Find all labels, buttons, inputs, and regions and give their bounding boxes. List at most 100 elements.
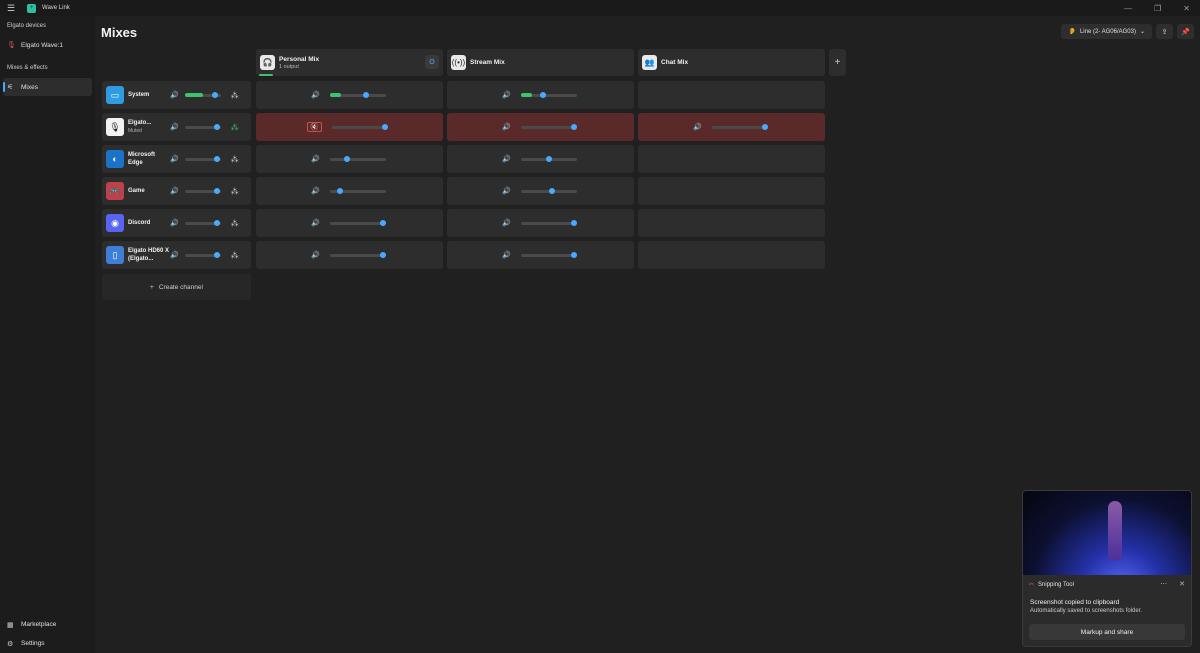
slider-knob[interactable] (548, 187, 555, 194)
sidebar-item-marketplace[interactable]: ▦ Marketplace (0, 615, 95, 634)
mix-volume-slider[interactable] (520, 187, 577, 194)
master-volume-slider[interactable] (184, 219, 221, 226)
mix-cell-chat[interactable] (638, 81, 825, 109)
mix-cell-personal[interactable]: 🔊 (256, 145, 443, 173)
mix-volume-slider[interactable] (520, 123, 577, 130)
speaker-icon[interactable]: 🔊 (170, 123, 179, 131)
master-volume-slider[interactable] (184, 187, 221, 194)
speaker-icon[interactable]: 🔊 (170, 91, 179, 99)
mix-volume-slider[interactable] (329, 251, 386, 258)
channel-row[interactable]: ▯ Elgato HD60 X (Elgato... 🔊 ⁂ (102, 241, 251, 269)
channel-row[interactable]: 🎮 Game 🔊 ⁂ (102, 177, 251, 205)
slider-knob[interactable] (214, 251, 221, 258)
slider-knob[interactable] (343, 155, 350, 162)
slider-knob[interactable] (379, 219, 386, 226)
slider-knob[interactable] (214, 219, 221, 226)
effects-icon[interactable]: ⁂ (231, 155, 239, 164)
snipping-tool-toast[interactable]: ✂ Snipping Tool ⋯ ✕ Screenshot copied to… (1022, 490, 1192, 647)
mix-volume-slider[interactable] (329, 91, 386, 98)
master-volume-slider[interactable] (184, 251, 221, 258)
sidebar-item-settings[interactable]: ⚙ Settings (0, 634, 95, 653)
speaker-icon[interactable]: 🔊 (693, 123, 702, 131)
effects-icon[interactable]: ⁂ (231, 91, 239, 100)
close-icon[interactable]: ✕ (1179, 580, 1185, 588)
mix-cell-chat[interactable] (638, 209, 825, 237)
mix-cell-chat[interactable] (638, 177, 825, 205)
slider-knob[interactable] (214, 123, 221, 130)
slider-knob[interactable] (381, 123, 388, 130)
mix-cell-chat[interactable]: 🔊 (638, 113, 825, 141)
maximize-icon[interactable]: ❐ (1154, 4, 1161, 13)
close-icon[interactable]: ✕ (1183, 4, 1190, 13)
share-button[interactable]: ⇪ (1156, 24, 1173, 39)
master-volume-slider[interactable] (184, 91, 221, 98)
slider-knob[interactable] (214, 187, 221, 194)
channel-row[interactable]: ◉ Discord 🔊 ⁂ (102, 209, 251, 237)
slider-knob[interactable] (214, 155, 221, 162)
mix-volume-slider[interactable] (520, 251, 577, 258)
minimize-icon[interactable]: — (1124, 4, 1132, 13)
mix-header-chat[interactable]: 👥 Chat Mix (638, 49, 825, 76)
mix-cell-personal[interactable]: 🔊 (256, 81, 443, 109)
more-icon[interactable]: ⋯ (1160, 580, 1167, 588)
mix-cell-stream[interactable]: 🔊 (447, 145, 634, 173)
effects-icon[interactable]: ⁂ (231, 123, 239, 132)
effects-icon[interactable]: ⁂ (231, 187, 239, 196)
master-volume-slider[interactable] (184, 123, 221, 130)
mix-cell-stream[interactable]: 🔊 (447, 177, 634, 205)
mix-cell-stream[interactable]: 🔊 (447, 209, 634, 237)
channel-row[interactable]: ▭ System 🔊 ⁂ (102, 81, 251, 109)
output-device-select[interactable]: 👂 Line (2- AG06/AG03) ⌄ (1061, 24, 1152, 39)
channel-row[interactable]: 🎙 Elgato... Muted 🔊 ⁂ (102, 113, 251, 141)
speaker-icon[interactable]: 🔊 (311, 155, 320, 163)
mix-cell-personal[interactable]: 🔊 (256, 177, 443, 205)
speaker-icon[interactable]: 🔊 (311, 251, 320, 259)
slider-knob[interactable] (570, 123, 577, 130)
slider-knob[interactable] (570, 219, 577, 226)
mix-volume-slider[interactable] (520, 91, 577, 98)
speaker-icon[interactable]: 🔊 (311, 187, 320, 195)
screenshot-thumbnail[interactable] (1023, 491, 1191, 575)
speaker-icon[interactable]: 🔊 (502, 187, 511, 195)
slider-knob[interactable] (761, 123, 768, 130)
effects-icon[interactable]: ⁂ (231, 251, 239, 260)
speaker-icon[interactable]: 🔊 (311, 219, 320, 227)
slider-knob[interactable] (540, 91, 547, 98)
slider-knob[interactable] (363, 91, 370, 98)
mix-volume-slider[interactable] (331, 123, 388, 130)
mix-cell-chat[interactable] (638, 145, 825, 173)
mix-header-personal[interactable]: 🎧 Personal Mix 1 output ʘ (256, 49, 443, 76)
mix-cell-stream[interactable]: 🔊 (447, 241, 634, 269)
speaker-icon[interactable]: 🔊 (170, 187, 179, 195)
speaker-icon[interactable]: 🔊 (502, 155, 511, 163)
monitor-ear-button[interactable]: ʘ (425, 55, 439, 69)
mix-volume-slider[interactable] (329, 219, 386, 226)
slider-knob[interactable] (570, 251, 577, 258)
mix-header-stream[interactable]: ((•)) Stream Mix (447, 49, 634, 76)
speaker-icon[interactable]: 🔊 (502, 251, 511, 259)
speaker-icon[interactable]: 🔊 (502, 219, 511, 227)
speaker-icon[interactable]: 🔊 (170, 251, 179, 259)
master-volume-slider[interactable] (184, 155, 221, 162)
pin-button[interactable]: 📌 (1177, 24, 1194, 39)
create-channel-button[interactable]: + Create channel (102, 274, 251, 300)
hamburger-icon[interactable]: ☰ (0, 3, 22, 14)
add-mix-button[interactable]: + (829, 49, 846, 76)
speaker-icon[interactable]: 🔊 (502, 123, 511, 131)
mix-cell-personal[interactable]: 🔊 (256, 209, 443, 237)
slider-knob[interactable] (212, 91, 219, 98)
mix-volume-slider[interactable] (329, 187, 386, 194)
speaker-icon[interactable]: 🔊 (170, 219, 179, 227)
channel-row[interactable]: ◐ Microsoft Edge 🔊 ⁂ (102, 145, 251, 173)
markup-and-share-button[interactable]: Markup and share (1029, 624, 1185, 640)
effects-icon[interactable]: ⁂ (231, 219, 239, 228)
mix-volume-slider[interactable] (520, 155, 577, 162)
mix-cell-stream[interactable]: 🔊 (447, 113, 634, 141)
speaker-icon[interactable]: 🔊 (311, 91, 320, 99)
slider-knob[interactable] (545, 155, 552, 162)
mix-cell-stream[interactable]: 🔊 (447, 81, 634, 109)
sidebar-item-mixes[interactable]: ⚟ Mixes (3, 78, 92, 96)
slider-knob[interactable] (379, 251, 386, 258)
sidebar-item-device[interactable]: 🎙 Elgato Wave:1 (0, 36, 95, 54)
mix-volume-slider[interactable] (329, 155, 386, 162)
